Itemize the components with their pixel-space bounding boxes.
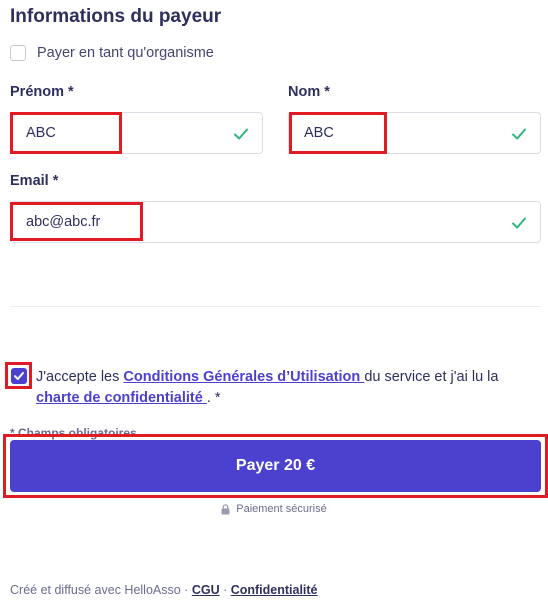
first-name-field[interactable]: ABC [10, 112, 263, 154]
checkmark-icon [234, 128, 248, 140]
privacy-charter-link[interactable]: charte de confidentialité [36, 390, 207, 406]
secure-label: Paiement sécurisé [236, 503, 327, 515]
footer-text: Créé et diffusé avec HelloAsso · [10, 583, 192, 597]
pay-button[interactable]: Payer 20 € [10, 440, 541, 492]
checkmark-icon [512, 217, 526, 229]
email-value: abc@abc.fr [26, 214, 101, 230]
first-name-label: Prénom * [10, 84, 74, 100]
last-name-label: Nom * [288, 84, 330, 100]
email-field[interactable]: abc@abc.fr [10, 201, 541, 243]
section-title: Informations du payeur [10, 6, 222, 27]
checkmark-icon [14, 372, 24, 380]
last-name-value: ABC [304, 125, 334, 141]
checkmark-icon [512, 128, 526, 140]
terms-text: J'accepte les Conditions Générales d’Uti… [36, 367, 536, 409]
footer-privacy-link[interactable]: Confidentialité [231, 583, 318, 597]
email-label: Email * [10, 173, 59, 189]
terms-suffix: . * [206, 390, 221, 406]
last-name-field[interactable]: ABC [288, 112, 541, 154]
lock-icon [221, 503, 230, 514]
org-checkbox[interactable] [10, 45, 26, 61]
org-checkbox-label: Payer en tant qu'organisme [37, 45, 214, 61]
divider [10, 306, 541, 307]
first-name-value: ABC [26, 125, 56, 141]
org-option[interactable]: Payer en tant qu'organisme [10, 44, 214, 62]
footer-cgu-link[interactable]: CGU [192, 583, 220, 597]
cgu-link[interactable]: Conditions Générales d’Utilisation [123, 369, 364, 385]
required-note: * Champs obligatoires [10, 426, 137, 440]
terms-checkbox[interactable] [11, 368, 27, 384]
footer: Créé et diffusé avec HelloAsso · CGU · C… [10, 583, 318, 597]
terms-prefix: J'accepte les [36, 369, 124, 385]
terms-middle: du service et j'ai lu la [364, 369, 499, 385]
secure-payment: Paiement sécurisé [0, 503, 548, 515]
footer-separator: · [219, 583, 231, 597]
